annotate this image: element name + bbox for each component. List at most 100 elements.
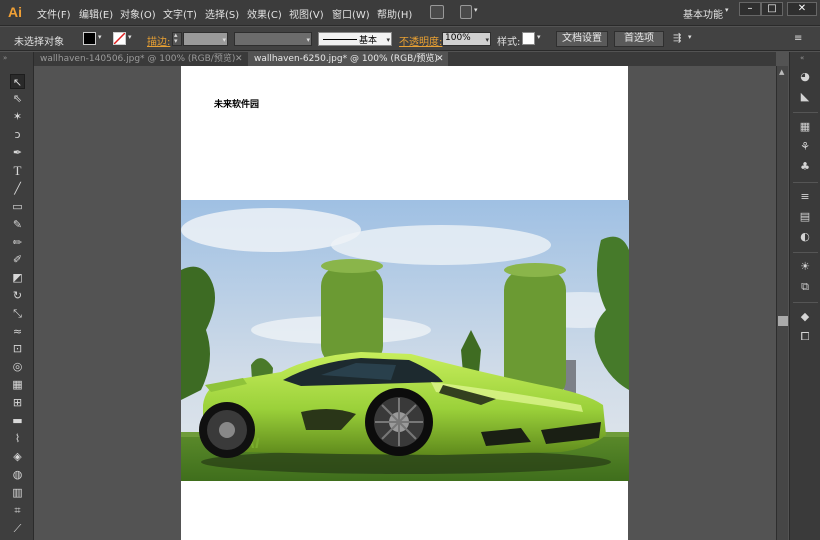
bridge-icon[interactable] — [430, 5, 444, 19]
close-icon[interactable]: ✕ — [235, 52, 243, 66]
app-logo: Ai — [8, 4, 22, 20]
blend-tool-icon[interactable]: ◈ — [10, 449, 25, 464]
type-tool-icon[interactable]: T — [10, 163, 25, 178]
menu-effect[interactable]: 效果(C) — [247, 6, 282, 21]
stroke-label[interactable]: 描边: — [147, 33, 170, 48]
stroke-weight-stepper[interactable]: ▴ ▾ — [172, 31, 182, 46]
style-label: 样式: — [497, 37, 521, 48]
stroke-line-preview — [323, 39, 357, 40]
collapse-icon[interactable]: » — [3, 54, 7, 62]
fill-dropdown-icon[interactable]: ▾ — [98, 33, 102, 41]
magic-wand-tool-icon[interactable]: ✶ — [10, 109, 25, 124]
menu-view[interactable]: 视图(V) — [289, 6, 324, 21]
expand-panels-icon[interactable]: « — [800, 54, 804, 62]
align-dropdown-icon[interactable]: ▾ — [688, 33, 692, 41]
stroke-swatch[interactable] — [113, 32, 126, 45]
menu-edit[interactable]: 编辑(E) — [79, 6, 113, 21]
symbol-sprayer-tool-icon[interactable]: ◍ — [10, 467, 25, 482]
stroke-dropdown-icon[interactable]: ▾ — [128, 33, 132, 41]
tab-label: wallhaven-6250.jpg* @ 100% (RGB/预览) — [254, 54, 438, 64]
menu-window[interactable]: 窗口(W) — [332, 6, 370, 21]
stroke-style-label: 基本 — [359, 36, 378, 46]
arrange-dropdown-icon[interactable]: ▾ — [474, 6, 478, 14]
free-transform-tool-icon[interactable]: ⊡ — [10, 341, 25, 356]
workspace-dropdown-icon[interactable]: ▾ — [725, 6, 729, 14]
graphic-styles-icon[interactable]: ⧉ — [798, 280, 812, 294]
brush-definition[interactable]: 基本 ▾ — [318, 32, 392, 46]
menu-object[interactable]: 对象(O) — [120, 6, 156, 21]
vertical-scrollbar[interactable]: ▲ — [776, 66, 788, 540]
stroke-weight-dropdown-icon: ▾ — [222, 36, 226, 44]
opacity-value: 100% — [445, 33, 471, 43]
tab-wallhaven-6250[interactable]: wallhaven-6250.jpg* @ 100% (RGB/预览) ✕ — [248, 52, 448, 66]
transparency-icon[interactable]: ◐ — [798, 230, 812, 244]
scroll-up-icon[interactable]: ▲ — [779, 68, 784, 76]
canvas-area[interactable]: 未来软件园 — [34, 66, 776, 540]
selection-status: 未选择对象 — [14, 37, 64, 48]
menu-help[interactable]: 帮助(H) — [377, 6, 412, 21]
layers-icon[interactable]: ◆ — [798, 310, 812, 324]
symbols-icon[interactable]: ♣ — [798, 160, 812, 174]
warp-tool-icon[interactable]: ≈ — [10, 324, 25, 339]
document-setup-button[interactable]: 文档设置 — [556, 31, 608, 47]
color-panel-icon[interactable]: ◕ — [798, 70, 812, 84]
selection-tool-icon[interactable]: ↖ — [10, 74, 25, 89]
shape-builder-tool-icon[interactable]: ◎ — [10, 359, 25, 374]
menu-select[interactable]: 选择(S) — [205, 6, 239, 21]
brushes-icon[interactable]: ⚘ — [798, 140, 812, 154]
rectangle-tool-icon[interactable]: ▭ — [10, 199, 25, 214]
perspective-grid-tool-icon[interactable]: ▦ — [10, 377, 25, 392]
artboard[interactable]: 未来软件园 — [181, 66, 629, 540]
tab-wallhaven-140506[interactable]: wallhaven-140506.jpg* @ 100% (RGB/预览) ✕ — [34, 52, 246, 66]
slice-tool-icon[interactable]: ⟋ — [10, 521, 25, 536]
wheel-spokes — [375, 398, 423, 446]
scale-tool-icon[interactable]: ⤡ — [10, 306, 25, 321]
column-graph-tool-icon[interactable]: ▥ — [10, 485, 25, 500]
graphic-style-swatch[interactable] — [522, 32, 535, 45]
panel-divider — [793, 252, 818, 253]
stroke-panel-icon[interactable]: ≡ — [798, 190, 812, 204]
lasso-tool-icon[interactable]: ↄ — [10, 127, 25, 142]
pencil-tool-icon[interactable]: ✏ — [10, 235, 25, 250]
fill-swatch[interactable] — [83, 32, 96, 45]
workspace-switcher[interactable]: 基本功能 — [683, 6, 723, 21]
direct-selection-tool-icon[interactable]: ⇖ — [10, 91, 25, 106]
variable-width-profile[interactable]: ▾ — [234, 32, 312, 46]
align-options-icon[interactable]: ⇶ — [673, 33, 681, 44]
maximize-button[interactable]: □ — [761, 2, 783, 16]
artboards-icon[interactable]: ⧠ — [798, 330, 812, 344]
panel-divider — [793, 182, 818, 183]
blob-brush-tool-icon[interactable]: ✐ — [10, 252, 25, 267]
appearance-icon[interactable]: ☀ — [798, 260, 812, 274]
panel-dock: « ◕ ◣ ▦ ⚘ ♣ ≡ ▤ ◐ ☀ ⧉ ◆ ⧠ — [789, 52, 820, 540]
swatches-icon[interactable]: ▦ — [798, 120, 812, 134]
menu-type[interactable]: 文字(T) — [163, 6, 197, 21]
eyedropper-tool-icon[interactable]: ⌇ — [10, 431, 25, 446]
car-photo[interactable]: IIAI — [181, 200, 629, 481]
line-tool-icon[interactable]: ╱ — [10, 181, 25, 196]
stroke-weight-field[interactable]: ▾ — [183, 32, 228, 46]
gradient-tool-icon[interactable]: ▬ — [10, 413, 25, 428]
arrange-documents-icon[interactable] — [460, 5, 472, 19]
menu-file[interactable]: 文件(F) — [37, 6, 71, 21]
artboard-text[interactable]: 未来软件园 — [214, 97, 259, 110]
car-photo-illustration: IIAI — [181, 200, 629, 481]
color-guide-icon[interactable]: ◣ — [798, 90, 812, 104]
tools-panel: » ↖ ⇖ ✶ ↄ ✒ T ╱ ▭ ✎ ✏ ✐ ◩ ↻ ⤡ ≈ ⊡ ◎ ▦ ⊞ … — [0, 52, 34, 540]
opacity-label[interactable]: 不透明度: — [399, 33, 442, 48]
artboard-tool-icon[interactable]: ⌗ — [10, 503, 25, 518]
paintbrush-tool-icon[interactable]: ✎ — [10, 217, 25, 232]
rotate-tool-icon[interactable]: ↻ — [10, 288, 25, 303]
style-dropdown-icon[interactable]: ▾ — [537, 33, 541, 41]
gradient-panel-icon[interactable]: ▤ — [798, 210, 812, 224]
eraser-tool-icon[interactable]: ◩ — [10, 270, 25, 285]
pen-tool-icon[interactable]: ✒ — [10, 145, 25, 160]
close-button[interactable]: ✕ — [787, 2, 817, 16]
scroll-thumb[interactable] — [778, 316, 788, 326]
preferences-button[interactable]: 首选项 — [614, 31, 664, 47]
opacity-field[interactable]: 100% ▾ — [442, 32, 491, 46]
panel-menu-icon[interactable]: ≡ — [794, 33, 802, 44]
mesh-tool-icon[interactable]: ⊞ — [10, 395, 25, 410]
minimize-button[interactable]: – — [739, 2, 761, 16]
close-icon[interactable]: ✕ — [436, 52, 444, 66]
